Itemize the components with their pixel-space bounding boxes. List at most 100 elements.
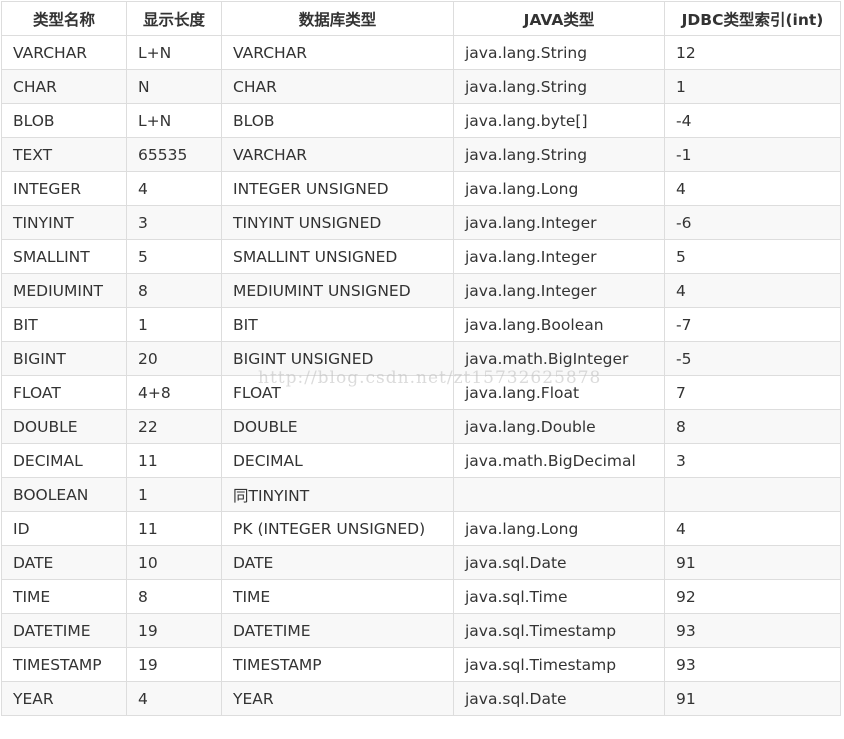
table-row: DATE 10 DATE java.sql.Date 91 xyxy=(1,545,841,580)
cell-display-length: L+N xyxy=(126,103,222,138)
cell-jdbc-index xyxy=(664,477,841,512)
cell-jdbc-index: -1 xyxy=(664,137,841,172)
cell-db-type: YEAR xyxy=(221,681,454,716)
table-row: DECIMAL 11 DECIMAL java.math.BigDecimal 3 xyxy=(1,443,841,478)
header-jdbc-index: JDBC类型索引(int) xyxy=(664,1,841,36)
table-row: INTEGER 4 INTEGER UNSIGNED java.lang.Long 4 xyxy=(1,171,841,206)
table-row: CHAR N CHAR java.lang.String 1 xyxy=(1,69,841,104)
cell-type-name: BOOLEAN xyxy=(1,477,127,512)
table-row: VARCHAR L+N VARCHAR java.lang.String 12 xyxy=(1,35,841,70)
cell-jdbc-index: 3 xyxy=(664,443,841,478)
cell-type-name: YEAR xyxy=(1,681,127,716)
cell-jdbc-index: 91 xyxy=(664,681,841,716)
cell-type-name: DATE xyxy=(1,545,127,580)
cell-type-name: TEXT xyxy=(1,137,127,172)
cell-jdbc-index: 7 xyxy=(664,375,841,410)
cell-java-type: java.lang.String xyxy=(453,137,665,172)
cell-type-name: TIMESTAMP xyxy=(1,647,127,682)
cell-db-type: TINYINT UNSIGNED xyxy=(221,205,454,240)
cell-java-type: java.lang.Double xyxy=(453,409,665,444)
cell-display-length: 65535 xyxy=(126,137,222,172)
header-db-type: 数据库类型 xyxy=(221,1,454,36)
table-row: FLOAT 4+8 FLOAT java.lang.Float 7 xyxy=(1,375,841,410)
table-header: 类型名称 显示长度 数据库类型 JAVA类型 JDBC类型索引(int) xyxy=(1,1,841,36)
cell-jdbc-index: -5 xyxy=(664,341,841,376)
cell-type-name: BIGINT xyxy=(1,341,127,376)
cell-jdbc-index: 93 xyxy=(664,613,841,648)
table-row: SMALLINT 5 SMALLINT UNSIGNED java.lang.Inte… xyxy=(1,239,841,274)
cell-java-type: java.math.BigInteger xyxy=(453,341,665,376)
cell-java-type: java.lang.Boolean xyxy=(453,307,665,342)
cell-type-name: BIT xyxy=(1,307,127,342)
cell-jdbc-index: 5 xyxy=(664,239,841,274)
table-row: TINYINT 3 TINYINT UNSIGNED java.lang.Intege… xyxy=(1,205,841,240)
table-row: TIME 8 TIME java.sql.Time 92 xyxy=(1,579,841,614)
table-row: MEDIUMINT 8 MEDIUMINT UNSIGNED java.lang.In… xyxy=(1,273,841,308)
table-row: TIMESTAMP 19 TIMESTAMP java.sql.Timestamp 93 xyxy=(1,647,841,682)
cell-db-type: TIME xyxy=(221,579,454,614)
cell-display-length: 4 xyxy=(126,171,222,206)
cell-db-type: FLOAT xyxy=(221,375,454,410)
table-row: TEXT 65535 VARCHAR java.lang.String -1 xyxy=(1,137,841,172)
cell-jdbc-index: -7 xyxy=(664,307,841,342)
cell-db-type: BIT xyxy=(221,307,454,342)
cell-jdbc-index: 91 xyxy=(664,545,841,580)
cell-db-type: MEDIUMINT UNSIGNED xyxy=(221,273,454,308)
table-row: BOOLEAN 1 同TINYINT xyxy=(1,477,841,512)
header-type-name: 类型名称 xyxy=(1,1,127,36)
cell-type-name: SMALLINT xyxy=(1,239,127,274)
cell-db-type: DECIMAL xyxy=(221,443,454,478)
cell-jdbc-index: -4 xyxy=(664,103,841,138)
cell-display-length: 20 xyxy=(126,341,222,376)
cell-db-type: VARCHAR xyxy=(221,137,454,172)
table-row: BIGINT 20 BIGINT UNSIGNED java.math.BigInte… xyxy=(1,341,841,376)
cell-db-type: TIMESTAMP xyxy=(221,647,454,682)
cell-display-length: 4+8 xyxy=(126,375,222,410)
cell-java-type: java.lang.Long xyxy=(453,511,665,546)
cell-java-type: java.sql.Time xyxy=(453,579,665,614)
cell-display-length: 5 xyxy=(126,239,222,274)
table-row: ID 11 PK (INTEGER UNSIGNED) java.lang.Long 4 xyxy=(1,511,841,546)
cell-display-length: 22 xyxy=(126,409,222,444)
cell-java-type: java.sql.Timestamp xyxy=(453,647,665,682)
table-row: BLOB L+N BLOB java.lang.byte[] -4 xyxy=(1,103,841,138)
cell-type-name: MEDIUMINT xyxy=(1,273,127,308)
cell-db-type: SMALLINT UNSIGNED xyxy=(221,239,454,274)
cell-jdbc-index: 1 xyxy=(664,69,841,104)
cell-db-type: PK (INTEGER UNSIGNED) xyxy=(221,511,454,546)
cell-type-name: INTEGER xyxy=(1,171,127,206)
cell-type-name: BLOB xyxy=(1,103,127,138)
cell-jdbc-index: 92 xyxy=(664,579,841,614)
cell-db-type: VARCHAR xyxy=(221,35,454,70)
table-row: DOUBLE 22 DOUBLE java.lang.Double 8 xyxy=(1,409,841,444)
cell-display-length: 11 xyxy=(126,443,222,478)
cell-jdbc-index: -6 xyxy=(664,205,841,240)
cell-display-length: 1 xyxy=(126,477,222,512)
cell-db-type: 同TINYINT xyxy=(221,477,454,512)
header-display-length: 显示长度 xyxy=(126,1,222,36)
cell-type-name: DATETIME xyxy=(1,613,127,648)
cell-display-length: 4 xyxy=(126,681,222,716)
cell-jdbc-index: 12 xyxy=(664,35,841,70)
cell-db-type: DATETIME xyxy=(221,613,454,648)
cell-java-type: java.lang.Integer xyxy=(453,205,665,240)
cell-jdbc-index: 4 xyxy=(664,171,841,206)
cell-type-name: ID xyxy=(1,511,127,546)
cell-db-type: DOUBLE xyxy=(221,409,454,444)
cell-java-type: java.sql.Date xyxy=(453,681,665,716)
cell-db-type: BIGINT UNSIGNED xyxy=(221,341,454,376)
cell-jdbc-index: 4 xyxy=(664,273,841,308)
cell-type-name: CHAR xyxy=(1,69,127,104)
cell-java-type: java.lang.Float xyxy=(453,375,665,410)
cell-display-length: N xyxy=(126,69,222,104)
cell-java-type: java.sql.Date xyxy=(453,545,665,580)
cell-java-type: java.math.BigDecimal xyxy=(453,443,665,478)
header-row: 类型名称 显示长度 数据库类型 JAVA类型 JDBC类型索引(int) xyxy=(1,1,841,36)
cell-java-type: java.lang.byte[] xyxy=(453,103,665,138)
table-container: 类型名称 显示长度 数据库类型 JAVA类型 JDBC类型索引(int) VAR… xyxy=(1,1,841,716)
cell-java-type: java.lang.Long xyxy=(453,171,665,206)
cell-db-type: INTEGER UNSIGNED xyxy=(221,171,454,206)
cell-display-length: 19 xyxy=(126,647,222,682)
cell-type-name: DOUBLE xyxy=(1,409,127,444)
cell-type-name: VARCHAR xyxy=(1,35,127,70)
